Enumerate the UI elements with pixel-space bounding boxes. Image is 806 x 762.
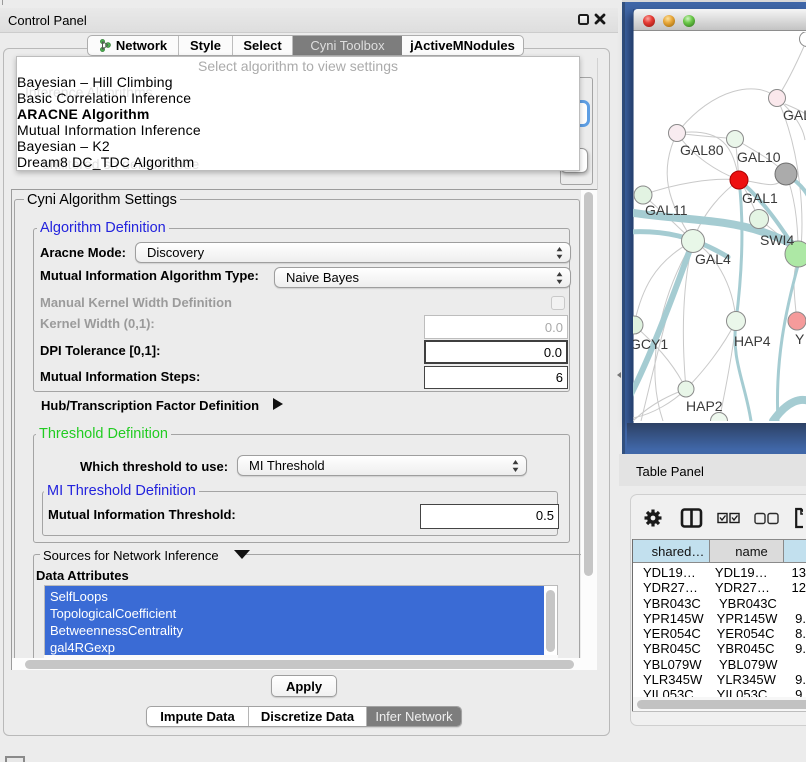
svg-text:SWI4: SWI4 <box>760 232 794 248</box>
svg-text:GAL11: GAL11 <box>645 202 688 218</box>
svg-text:GAL4: GAL4 <box>695 251 731 267</box>
svg-text:HAP2: HAP2 <box>686 398 723 414</box>
svg-text:GCY1: GCY1 <box>633 336 668 352</box>
svg-text:GAL10: GAL10 <box>737 149 781 165</box>
svg-text:HAP4: HAP4 <box>734 333 771 349</box>
svg-text:GAL80: GAL80 <box>680 142 724 158</box>
svg-text:GAL: GAL <box>783 107 806 123</box>
svg-text:GAL1: GAL1 <box>742 190 778 206</box>
svg-text:Y: Y <box>795 331 805 347</box>
